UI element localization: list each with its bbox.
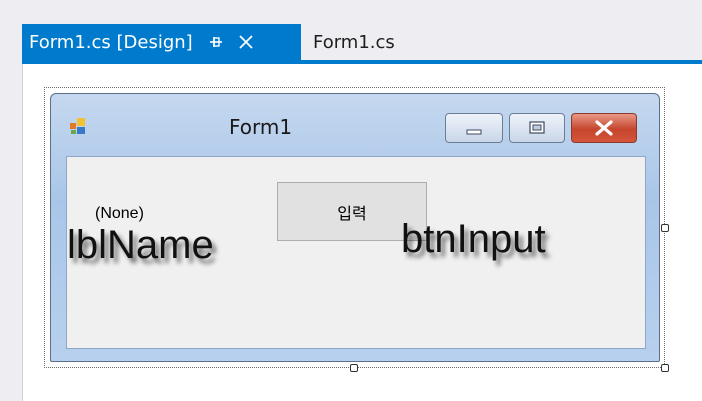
- close-window-button[interactable]: [571, 113, 637, 143]
- label-name-overlay: lblName: [67, 223, 214, 267]
- form-title: Form1: [229, 115, 293, 139]
- resize-handle-right[interactable]: [661, 224, 669, 232]
- tab-form1-design-label: Form1.cs [Design]: [29, 31, 193, 53]
- tab-form1-design[interactable]: Form1.cs [Design]: [22, 24, 301, 60]
- document-tab-strip: Form1.cs [Design] Form1.cs: [0, 0, 702, 64]
- maximize-icon: [529, 121, 545, 134]
- close-window-icon: [595, 120, 613, 136]
- tab-form1-cs-label: Form1.cs: [313, 31, 395, 53]
- resize-handle-bottom-right[interactable]: [661, 364, 669, 372]
- tab-form1-cs[interactable]: Form1.cs: [303, 24, 405, 60]
- button-name-overlay: btnInput: [401, 217, 546, 261]
- close-tab-icon[interactable]: [237, 33, 255, 51]
- minimize-button[interactable]: [445, 113, 503, 143]
- resize-handle-bottom[interactable]: [350, 364, 358, 372]
- label-value[interactable]: (None): [95, 205, 144, 223]
- form-client-area[interactable]: 입력 (None) lblName btnInput: [66, 156, 646, 349]
- pin-icon[interactable]: [207, 33, 225, 51]
- form1-window[interactable]: Form1 입력 (None) lblName btnInput: [50, 93, 660, 362]
- minimize-icon: [466, 129, 482, 135]
- form-app-icon: [69, 117, 87, 139]
- maximize-button[interactable]: [509, 113, 565, 143]
